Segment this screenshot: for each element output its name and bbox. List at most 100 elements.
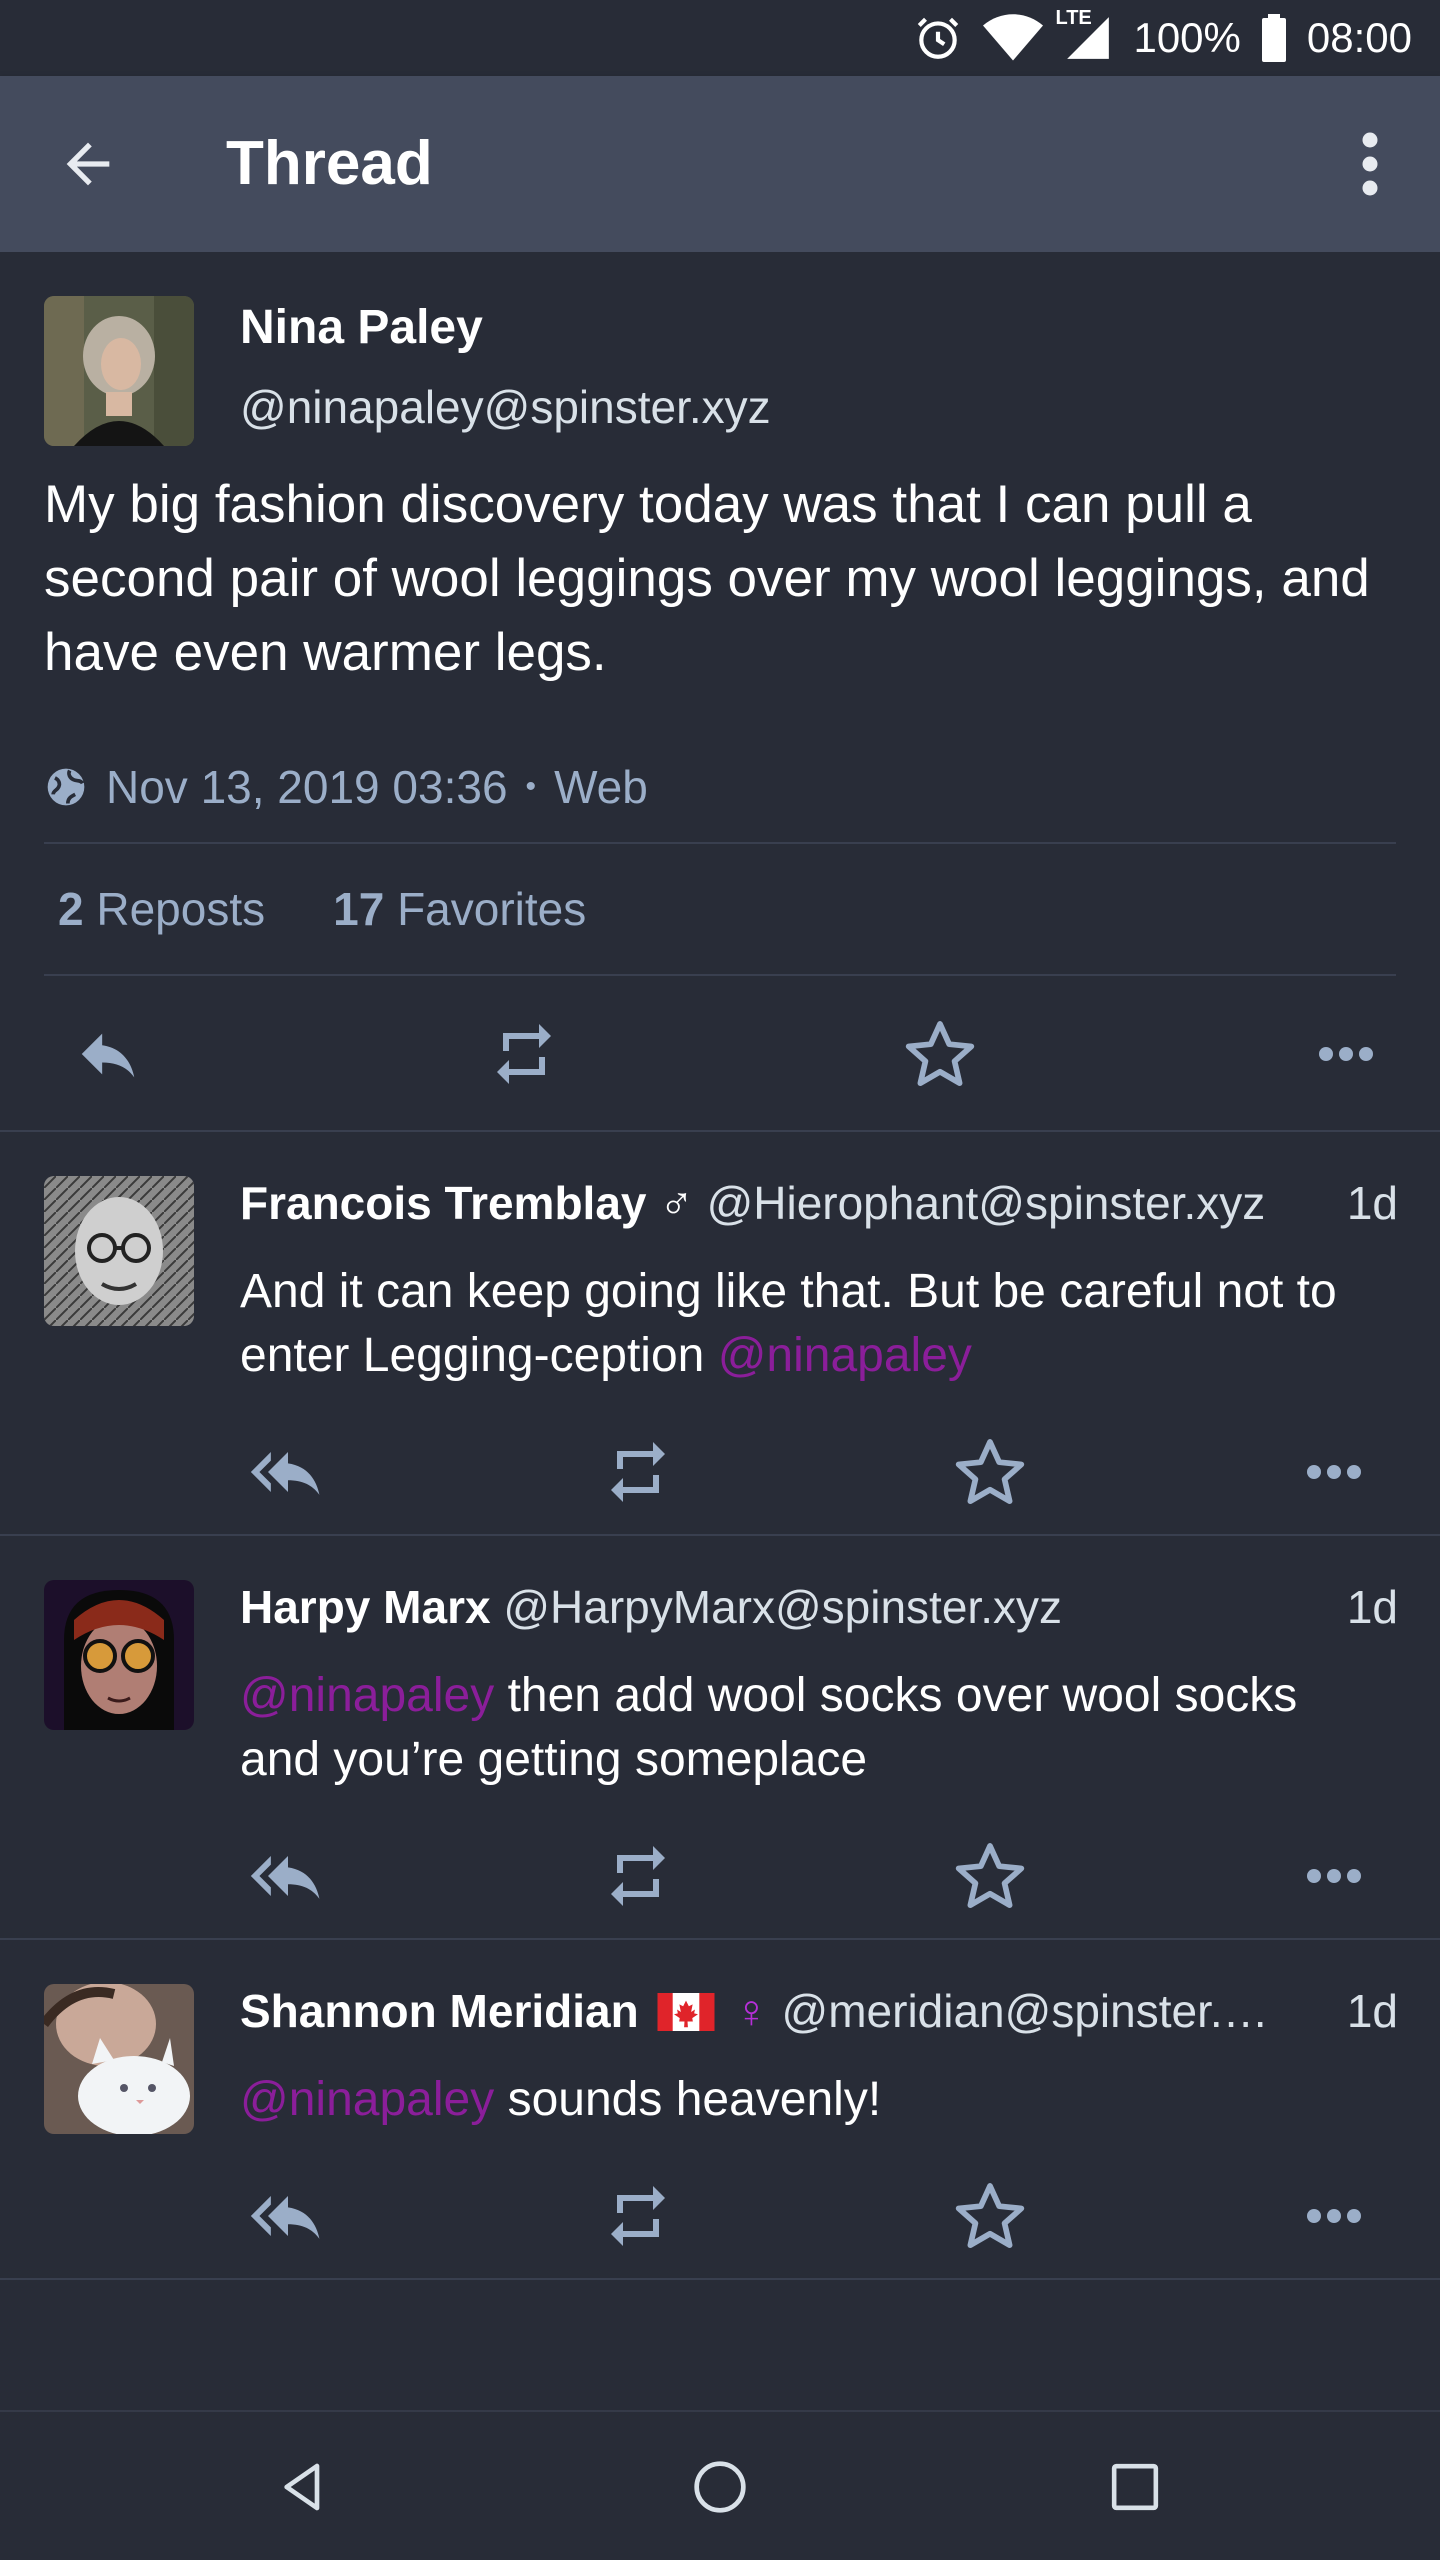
repost-button[interactable] — [598, 2176, 678, 2256]
reply-header: Shannon Meridian ♀ @meridian@spinster.… — [240, 1984, 1400, 2042]
gender-badge: ♀ — [734, 1985, 769, 2037]
reply-time: 1d — [1332, 1580, 1398, 1634]
reply-time: 1d — [1332, 1984, 1398, 2038]
repost-icon — [611, 1846, 665, 1906]
avatar[interactable] — [44, 1176, 194, 1326]
more-button[interactable] — [1294, 1836, 1374, 1916]
avatar[interactable] — [44, 1580, 194, 1730]
more-button[interactable] — [1306, 1014, 1386, 1094]
repost-icon — [611, 2186, 665, 2246]
star-icon — [905, 1021, 975, 1086]
post-meta: Nov 13, 2019 03:36 • Web — [44, 760, 648, 814]
reply-all-icon — [250, 1452, 320, 1495]
alarm-icon — [913, 13, 963, 63]
gender-badge: ♂ — [659, 1177, 694, 1229]
author-handle[interactable]: @meridian@spinster.… — [782, 1985, 1269, 2037]
mention-link[interactable]: @ninapaley — [240, 2073, 494, 2126]
post-actions — [0, 1004, 1440, 1104]
meta-separator: • — [525, 770, 537, 803]
reply-item[interactable]: Francois Tremblay ♂ @Hierophant@spinster… — [0, 1130, 1440, 1534]
favorite-button[interactable] — [950, 1432, 1030, 1512]
square-recents-icon — [1111, 2463, 1159, 2511]
arrow-left-icon — [66, 142, 110, 186]
reply-content: @ninapaley then add wool socks over wool… — [240, 1664, 1390, 1792]
reply-content: @ninapaley sounds heavenly! — [240, 2068, 1390, 2132]
nav-home-button[interactable] — [685, 2452, 755, 2522]
more-horiz-icon — [1307, 2209, 1361, 2223]
reply-item[interactable]: Shannon Meridian ♀ @meridian@spinster.… … — [0, 1938, 1440, 2278]
mention-link[interactable]: @ninapaley — [718, 1329, 972, 1382]
avatar[interactable] — [44, 1984, 194, 2134]
status-bar: LTE 100% 08:00 — [0, 0, 1440, 76]
divider — [44, 974, 1396, 976]
more-horiz-icon — [1307, 1465, 1361, 1479]
reply-item[interactable]: Harpy Marx @HarpyMarx@spinster.xyz 1d @n… — [0, 1534, 1440, 1938]
repost-button[interactable] — [484, 1014, 564, 1094]
nav-recents-button[interactable] — [1100, 2452, 1170, 2522]
repost-button[interactable] — [598, 1432, 678, 1512]
repost-button[interactable] — [598, 1836, 678, 1916]
network-type-label: LTE — [1055, 7, 1092, 29]
nav-back-button[interactable] — [268, 2452, 338, 2522]
reply-button[interactable] — [248, 1432, 328, 1512]
more-horiz-icon — [1319, 1047, 1373, 1061]
repost-icon — [497, 1024, 551, 1084]
clock: 08:00 — [1306, 14, 1412, 61]
post-content: My big fashion discovery today was that … — [44, 475, 1370, 682]
divider — [44, 842, 1396, 844]
favorite-button[interactable] — [950, 2176, 1030, 2256]
post-date[interactable]: Nov 13, 2019 03:36 — [106, 760, 508, 814]
app-bar: Thread — [0, 76, 1440, 252]
reply-actions — [0, 1836, 1440, 1926]
author-handle[interactable]: @Hierophant@spinster.xyz — [707, 1177, 1266, 1229]
star-icon — [955, 1843, 1025, 1908]
reply-content: And it can keep going like that. But be … — [240, 1260, 1390, 1388]
favorite-button[interactable] — [900, 1014, 980, 1094]
reply-header: Harpy Marx @HarpyMarx@spinster.xyz — [240, 1580, 1400, 1634]
avatar[interactable] — [44, 296, 194, 446]
post-counts: 2 Reposts 17 Favorites — [58, 882, 586, 936]
author-handle[interactable]: @HarpyMarx@spinster.xyz — [503, 1581, 1062, 1633]
divider — [0, 2278, 1440, 2280]
favorite-button[interactable] — [950, 1836, 1030, 1916]
more-horiz-icon — [1307, 1869, 1361, 1883]
reply-button[interactable] — [248, 1836, 328, 1916]
globe-icon — [47, 768, 85, 806]
mention-link[interactable]: @ninapaley — [240, 1669, 494, 1722]
author-handle[interactable]: @ninapaley@spinster.xyz — [240, 380, 771, 434]
star-icon — [955, 2183, 1025, 2248]
main-post: Nina Paley @ninapaley@spinster.xyz My bi… — [0, 252, 1440, 1132]
reply-button[interactable] — [248, 2176, 328, 2256]
author-name[interactable]: Shannon Meridian — [240, 1985, 639, 2037]
post-source: Web — [554, 761, 648, 813]
more-button[interactable] — [1294, 1432, 1374, 1512]
reply-button[interactable] — [68, 1014, 148, 1094]
reply-all-icon — [250, 2196, 320, 2239]
reply-header: Francois Tremblay ♂ @Hierophant@spinster… — [240, 1176, 1400, 1230]
system-nav-bar — [0, 2410, 1440, 2560]
reply-time: 1d — [1332, 1176, 1398, 1230]
author-name[interactable]: Francois Tremblay — [240, 1177, 647, 1229]
signal-icon: LTE — [1055, 7, 1113, 63]
overflow-menu-button[interactable] — [1340, 128, 1400, 200]
reposts-count-link[interactable]: 2 Reposts — [58, 882, 265, 936]
battery-icon — [1261, 14, 1287, 62]
canada-flag-icon — [657, 1988, 715, 2042]
author-name[interactable]: Nina Paley — [240, 300, 483, 355]
author-name[interactable]: Harpy Marx — [240, 1581, 491, 1633]
triangle-back-icon — [284, 2463, 320, 2511]
repost-icon — [611, 1442, 665, 1502]
favorites-count-link[interactable]: 17 Favorites — [333, 882, 586, 936]
reply-all-icon — [250, 1856, 320, 1899]
wifi-icon — [983, 13, 1044, 63]
more-button[interactable] — [1294, 2176, 1374, 2256]
circle-home-icon — [694, 2461, 746, 2513]
reply-actions — [0, 2176, 1440, 2266]
battery-percent: 100% — [1133, 14, 1241, 61]
more-vert-icon — [1362, 132, 1378, 196]
reply-icon — [81, 1033, 135, 1078]
back-button[interactable] — [56, 132, 120, 196]
reply-actions — [0, 1432, 1440, 1522]
reply-text: sounds heavenly! — [494, 2073, 882, 2126]
page-title: Thread — [226, 129, 433, 198]
